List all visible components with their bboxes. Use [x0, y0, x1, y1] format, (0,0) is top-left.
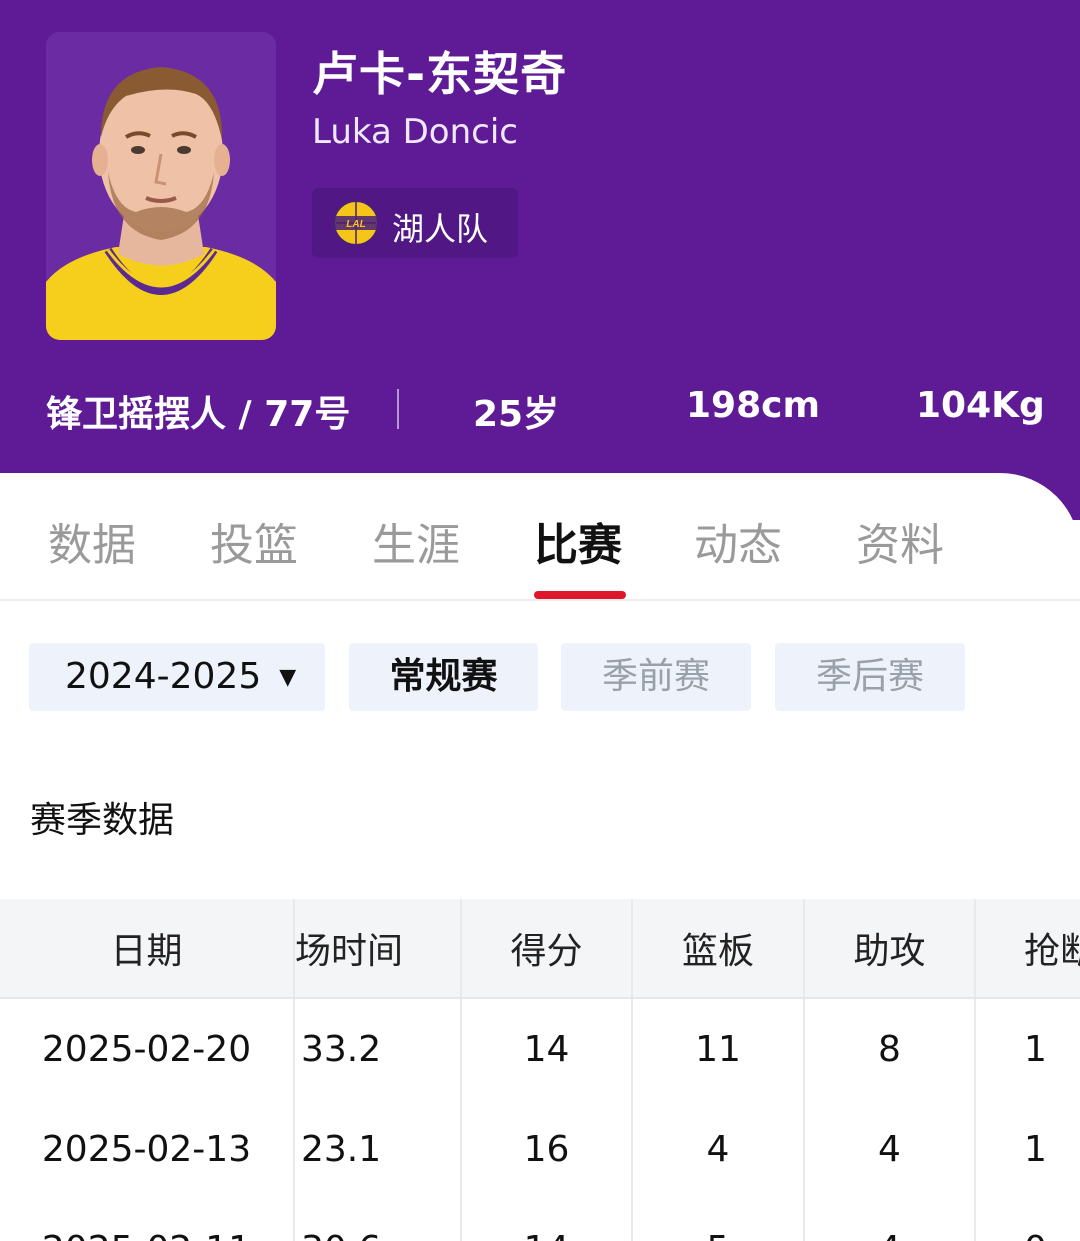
season-value: 2024-2025: [65, 656, 262, 697]
header-steals[interactable]: 抢断: [976, 899, 1080, 997]
cell-rebounds: 4: [633, 1099, 805, 1199]
cell-points: 14: [462, 999, 633, 1099]
games-table: 日期 场时间 得分 篮板 助攻 抢断 2025-02-20 33.2 14 11…: [0, 899, 1080, 1241]
table-header: 日期 场时间 得分 篮板 助攻 抢断: [0, 899, 1080, 999]
cell-steals: 1: [1024, 1028, 1047, 1070]
svg-text:LAL: LAL: [346, 219, 365, 230]
tab-profile[interactable]: 资料: [856, 509, 944, 573]
tab-career[interactable]: 生涯: [372, 509, 460, 573]
filter-bar: 2024-2025 ▼ 常规赛 季前赛 季后赛: [0, 643, 1080, 713]
cell-rebounds: 11: [633, 999, 805, 1099]
tab-shooting[interactable]: 投篮: [210, 509, 298, 573]
cell-assists: 4: [805, 1199, 976, 1241]
filter-playoffs[interactable]: 季后赛: [775, 643, 965, 711]
header-points[interactable]: 得分: [462, 899, 633, 997]
info-divider: [397, 389, 399, 429]
player-name-cn: 卢卡-东契奇: [312, 47, 568, 101]
header-rebounds[interactable]: 篮板: [633, 899, 805, 997]
cell-minutes: 30.6: [295, 1199, 462, 1241]
cell-assists: 4: [805, 1099, 976, 1199]
player-height: 198cm: [686, 385, 820, 426]
tab-news[interactable]: 动态: [694, 509, 782, 573]
filter-regular-season[interactable]: 常规赛: [349, 643, 538, 711]
tab-data[interactable]: 数据: [48, 509, 136, 573]
cell-date: 2025-02-20: [0, 999, 295, 1099]
player-photo: [46, 32, 276, 340]
player-age: 25岁: [473, 394, 560, 435]
tab-games[interactable]: 比赛: [534, 509, 622, 573]
cell-date: 2025-02-13: [0, 1099, 295, 1199]
cell-rebounds: 5: [633, 1199, 805, 1241]
cell-steals: 1: [1024, 1128, 1047, 1170]
tab-bar: 数据 投篮 生涯 比赛 动态 资料: [0, 473, 1080, 601]
table-row[interactable]: 2025-02-20 33.2 14 11 8 1: [0, 999, 1080, 1101]
content-panel: 数据 投篮 生涯 比赛 动态 资料 2024-2025 ▼ 常规赛 季前赛 季后赛…: [0, 473, 1080, 1241]
filter-preseason[interactable]: 季前赛: [561, 643, 751, 711]
cell-points: 16: [462, 1099, 633, 1199]
cell-points: 14: [462, 1199, 633, 1241]
lakers-logo-icon: LAL: [333, 200, 379, 246]
season-dropdown[interactable]: 2024-2025 ▼: [29, 643, 325, 711]
player-name-en: Luka Doncic: [312, 112, 518, 152]
cell-minutes: 23.1: [295, 1099, 462, 1199]
cell-steals: 0: [976, 1199, 1080, 1241]
cell-minutes: 33.2: [295, 999, 462, 1099]
header-minutes[interactable]: 场时间: [295, 899, 462, 997]
player-header: 卢卡-东契奇 Luka Doncic LAL 湖人队 锋卫摇摆人 / 77号 2…: [0, 0, 1080, 520]
team-name: 湖人队: [392, 210, 489, 248]
table-row[interactable]: 2025-02-13 23.1 16 4 4 1: [0, 1099, 1080, 1201]
section-title: 赛季数据: [30, 800, 175, 841]
header-assists[interactable]: 助攻: [805, 899, 976, 997]
caret-down-icon: ▼: [279, 665, 297, 690]
player-weight: 104Kg: [916, 385, 1045, 426]
header-date[interactable]: 日期: [0, 899, 295, 997]
team-chip[interactable]: LAL 湖人队: [312, 188, 518, 258]
active-tab-indicator: [534, 591, 626, 599]
position-number: 锋卫摇摆人 / 77号: [46, 394, 351, 435]
player-info-row: 锋卫摇摆人 / 77号 25岁 198cm 104Kg: [0, 385, 1080, 435]
table-row[interactable]: 2025-02-11 30.6 14 5 4 0: [0, 1199, 1080, 1241]
cell-assists: 8: [805, 999, 976, 1099]
cell-date: 2025-02-11: [0, 1199, 295, 1241]
